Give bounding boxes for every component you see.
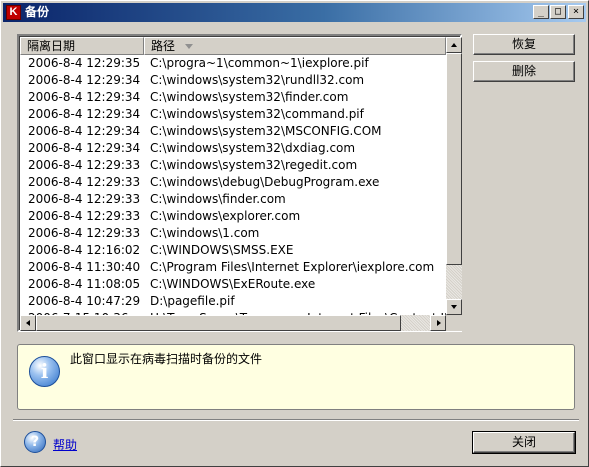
column-header-label: 隔离日期 — [27, 39, 76, 53]
scroll-down-button[interactable] — [446, 299, 462, 315]
backup-window: K 备份 _ □ × 隔离日期 路径 2006-8-4 12:29:35 C:\p… — [0, 0, 589, 467]
info-text: 此窗口显示在病毒扫描时备份的文件 — [70, 352, 263, 366]
cell-quarantine-date: 2006-8-4 11:08:05 — [28, 277, 141, 291]
table-row[interactable]: 2006-8-4 12:29:34 C:\windows\system32\run… — [20, 72, 446, 89]
scroll-left-button[interactable] — [20, 315, 36, 331]
cell-quarantine-date: 2006-8-4 12:29:33 — [28, 226, 141, 240]
cell-quarantine-date: 2006-8-4 12:29:34 — [28, 90, 141, 104]
scrollbar-corner — [446, 315, 462, 331]
cell-path: C:\windows\system32\dxdiag.com — [150, 141, 356, 155]
cell-path: C:\windows\finder.com — [150, 192, 286, 206]
cell-quarantine-date: 2006-8-4 12:16:02 — [28, 243, 141, 257]
cell-path: C:\windows\system32\rundll32.com — [150, 73, 365, 87]
table-row[interactable]: 2006-8-4 10:47:29 D:\pagefile.pif — [20, 293, 446, 310]
cell-quarantine-date: 2006-8-4 11:30:40 — [28, 260, 141, 274]
column-header-quarantine-date[interactable]: 隔离日期 — [20, 37, 144, 55]
minimize-button[interactable]: _ — [533, 5, 549, 19]
table-row[interactable]: 2006-8-4 12:29:34 C:\windows\system32\com… — [20, 106, 446, 123]
table-row[interactable]: 2006-8-4 12:29:35 C:\progra~1\common~1\ie… — [20, 55, 446, 72]
vertical-scrollbar[interactable] — [446, 37, 462, 315]
table-row[interactable]: 2006-8-4 11:30:40 C:\Program Files\Intern… — [20, 259, 446, 276]
cell-quarantine-date: 2006-8-4 12:29:34 — [28, 124, 141, 138]
cell-path: C:\windows\explorer.com — [150, 209, 301, 223]
cell-quarantine-date: 2006-8-4 12:29:33 — [28, 158, 141, 172]
arrow-up-icon — [451, 43, 457, 47]
help-icon[interactable]: ? — [24, 431, 46, 453]
information-icon: i — [29, 356, 60, 387]
maximize-button[interactable]: □ — [550, 5, 566, 19]
cell-path: C:\WINDOWS\SMSS.EXE — [150, 243, 294, 257]
scroll-right-button[interactable] — [430, 315, 446, 331]
vertical-scroll-thumb[interactable] — [446, 53, 462, 265]
cell-quarantine-date: 2006-8-4 12:29:34 — [28, 141, 141, 155]
list-header: 隔离日期 路径 — [20, 37, 446, 55]
table-row[interactable]: 2006-8-4 11:08:05 C:\WINDOWS\ExERoute.exe — [20, 276, 446, 293]
window-title: 备份 — [25, 5, 50, 19]
table-row[interactable]: 2006-8-4 12:16:02 C:\WINDOWS\SMSS.EXE — [20, 242, 446, 259]
cell-quarantine-date: 2006-8-4 12:29:35 — [28, 56, 141, 70]
cell-quarantine-date: 2006-8-4 12:29:33 — [28, 209, 141, 223]
restore-button[interactable]: 恢复 — [473, 34, 575, 55]
delete-button[interactable]: 删除 — [473, 61, 575, 82]
horizontal-scroll-thumb[interactable] — [36, 315, 401, 331]
table-row[interactable]: 2006-8-4 12:29:34 C:\windows\system32\MSC… — [20, 123, 446, 140]
close-window-button[interactable]: × — [568, 5, 584, 19]
cell-path: D:\pagefile.pif — [150, 294, 235, 308]
cell-path: C:\windows\system32\command.pif — [150, 107, 364, 121]
cell-path: C:\windows\system32\finder.com — [150, 90, 349, 104]
cell-path: C:\windows\system32\MSCONFIG.COM — [150, 124, 382, 138]
backup-file-list[interactable]: 隔离日期 路径 2006-8-4 12:29:35 C:\progra~1\com… — [17, 34, 462, 332]
arrow-right-icon — [437, 320, 441, 326]
cell-path: C:\progra~1\common~1\iexplore.pif — [150, 56, 369, 70]
cell-path: C:\Program Files\Internet Explorer\iexpl… — [150, 260, 435, 274]
footer-divider — [13, 419, 579, 421]
cell-path: C:\windows\system32\regedit.com — [150, 158, 358, 172]
cell-quarantine-date: 2006-8-4 12:29:34 — [28, 73, 141, 87]
horizontal-scrollbar[interactable] — [20, 315, 446, 331]
cell-quarantine-date: 2006-8-4 12:29:33 — [28, 175, 141, 189]
table-row[interactable]: 2006-8-4 12:29:33 C:\windows\finder.com — [20, 191, 446, 208]
cell-path: C:\WINDOWS\ExERoute.exe — [150, 277, 316, 291]
sort-descending-icon — [185, 44, 193, 49]
title-bar[interactable]: K 备份 _ □ × — [3, 3, 586, 22]
list-rows: 2006-8-4 12:29:35 C:\progra~1\common~1\ie… — [20, 55, 446, 315]
help-link[interactable]: 帮助 — [53, 436, 77, 453]
cell-quarantine-date: 2006-8-4 12:29:33 — [28, 192, 141, 206]
arrow-down-icon — [451, 305, 457, 309]
cell-path: C:\windows\debug\DebugProgram.exe — [150, 175, 380, 189]
cell-path: C:\windows\1.com — [150, 226, 260, 240]
column-header-path[interactable]: 路径 — [144, 37, 446, 55]
table-row[interactable]: 2006-8-4 12:29:34 C:\windows\system32\fin… — [20, 89, 446, 106]
column-header-label: 路径 — [151, 39, 176, 53]
table-row[interactable]: 2006-8-4 12:29:33 C:\windows\1.com — [20, 225, 446, 242]
table-row[interactable]: 2006-8-4 12:29:33 C:\windows\explorer.com — [20, 208, 446, 225]
kaspersky-logo-icon: K — [6, 5, 21, 20]
info-panel: i 此窗口显示在病毒扫描时备份的文件 — [17, 344, 575, 410]
table-row[interactable]: 2006-8-4 12:29:33 C:\windows\debug\DebugP… — [20, 174, 446, 191]
table-row[interactable]: 2006-8-4 12:29:33 C:\windows\system32\reg… — [20, 157, 446, 174]
cell-quarantine-date: 2006-8-4 10:47:29 — [28, 294, 141, 308]
close-button[interactable]: 关闭 — [472, 431, 576, 454]
arrow-left-icon — [26, 320, 30, 326]
cell-quarantine-date: 2006-8-4 12:29:34 — [28, 107, 141, 121]
table-row[interactable]: 2006-8-4 12:29:34 C:\windows\system32\dxd… — [20, 140, 446, 157]
scroll-up-button[interactable] — [446, 37, 462, 53]
